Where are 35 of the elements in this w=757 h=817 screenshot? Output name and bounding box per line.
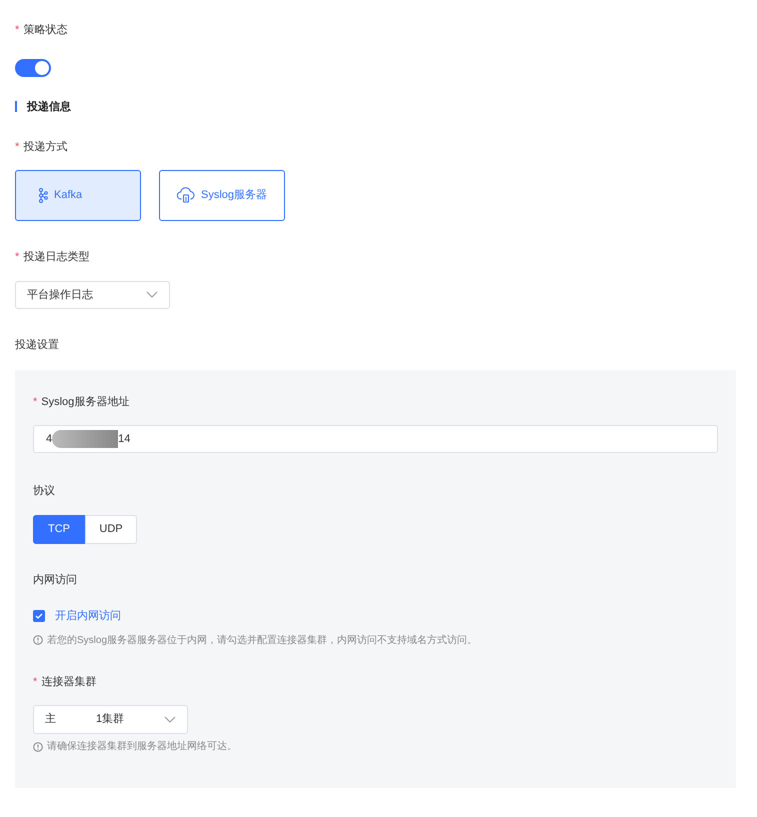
field-label: 投递方式	[23, 140, 68, 155]
field-label: 内网访问	[33, 572, 77, 588]
required-mark: *	[15, 23, 20, 38]
protocol-tab[interactable]: UDP	[85, 514, 137, 544]
check-icon	[35, 613, 43, 620]
address-field[interactable]: 4 14	[33, 425, 718, 453]
method-card[interactable]: Syslog服务器	[159, 170, 285, 220]
checkbox[interactable]	[33, 610, 45, 622]
required-mark: *	[33, 394, 38, 410]
info-icon	[33, 742, 43, 752]
section-marker	[15, 101, 17, 112]
field-label: Syslog服务器地址	[41, 394, 130, 410]
chevron-down-icon	[146, 291, 158, 299]
section-title: 投递信息	[27, 100, 71, 114]
required-mark: *	[15, 140, 20, 155]
hint-text: 若您的Syslog服务器服务器位于内网，请勾选并配置连接器集群，内网访问不支持域名方式访问。	[47, 634, 478, 648]
checkbox-label[interactable]: 开启内网访问	[55, 608, 121, 624]
chevron-down-icon	[164, 716, 176, 724]
field-label: 策略状态	[23, 22, 68, 38]
log-type-select[interactable]: 平台操作日志	[15, 281, 170, 309]
required-mark: *	[15, 250, 20, 264]
cluster-select[interactable]: 主 1集群	[33, 705, 188, 734]
info-icon	[33, 635, 43, 645]
cloud-server-icon	[176, 187, 195, 203]
field-label: 投递日志类型	[23, 250, 90, 264]
protocol-tab[interactable]: TCP	[33, 514, 85, 544]
field-label: 连接器集群	[41, 674, 96, 690]
settings-title: 投递设置	[15, 338, 60, 353]
method-card[interactable]: Kafka	[15, 170, 141, 220]
field-label: 协议	[33, 484, 55, 499]
toggle-switch[interactable]	[15, 58, 51, 76]
network-nodes-icon	[38, 188, 48, 202]
redaction-block	[52, 430, 118, 448]
required-mark: *	[33, 674, 38, 690]
hint-text: 请确保连接器集群到服务器地址网络可达。	[47, 740, 237, 754]
